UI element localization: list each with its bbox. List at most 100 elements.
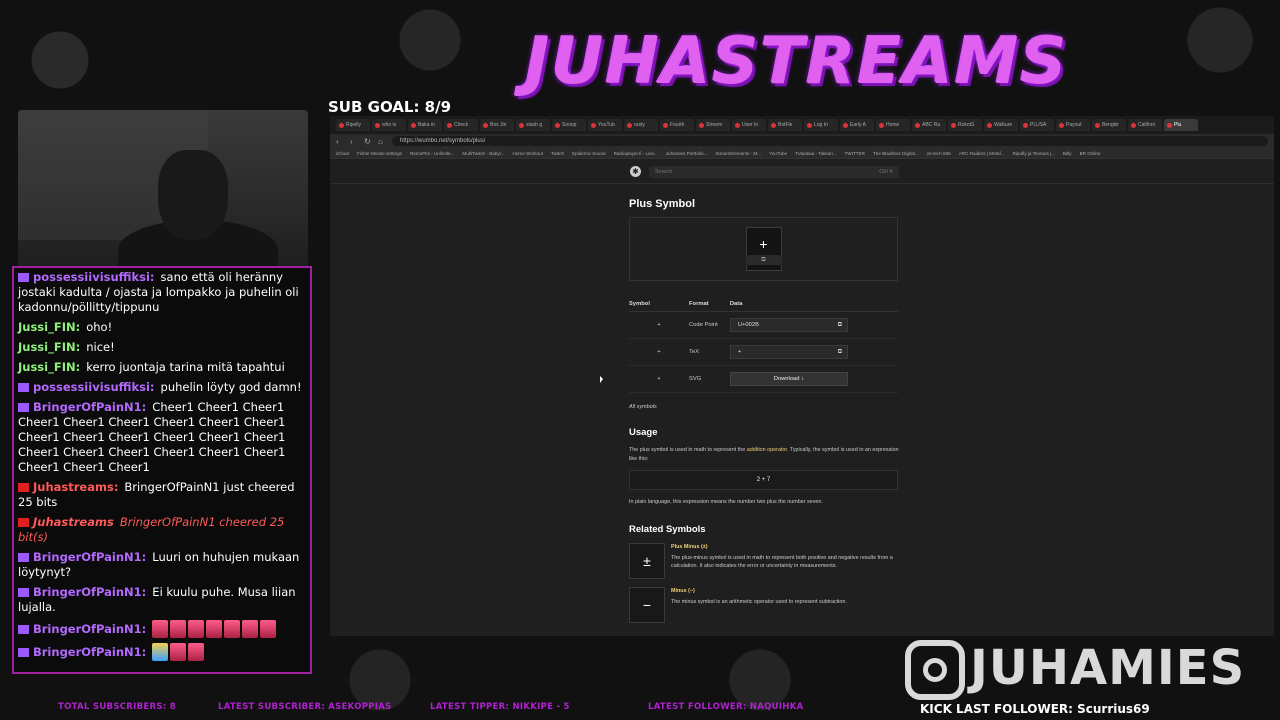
chat-username[interactable]: BringerOfPainN1:	[33, 645, 146, 659]
plus-glyph: +	[759, 236, 768, 252]
browser-tab[interactable]: stash g	[516, 119, 550, 131]
browser-tab[interactable]: Fourth	[660, 119, 694, 131]
subscriber-badge-icon	[18, 647, 29, 657]
related-title[interactable]: Plus Minus (±)	[671, 543, 899, 552]
bookmark-item[interactable]: iCloud	[336, 151, 349, 156]
browser-tab[interactable]: ABC Ra	[912, 119, 946, 131]
browser-tab[interactable]: who is	[372, 119, 406, 131]
emote-icon	[188, 643, 205, 661]
related-item-minus[interactable]: − Minus (−) The minus symbol is an arith…	[629, 587, 899, 623]
copy-icon[interactable]: ⧉	[745, 255, 782, 265]
chat-username[interactable]: BringerOfPainN1:	[33, 550, 146, 564]
related-title[interactable]: Minus (−)	[671, 587, 847, 596]
bookmark-item[interactable]: The Blackbox Digital...	[873, 151, 919, 156]
home-icon[interactable]: ⌂	[378, 137, 386, 146]
chat-message: BringerOfPainN1: Ei kuulu puhe. Musa liia…	[18, 585, 306, 615]
browser-tab[interactable]: Early A	[840, 119, 874, 131]
chat-username[interactable]: possessiivisuffiksi:	[33, 380, 155, 394]
browser-tab[interactable]: Californ	[1128, 119, 1162, 131]
bookmark-item[interactable]: YouTube	[769, 151, 787, 156]
browser-tab[interactable]: Walkure	[984, 119, 1018, 131]
browser-tab[interactable]: Streem	[696, 119, 730, 131]
chat-username[interactable]: BringerOfPainN1:	[33, 622, 146, 636]
all-symbols-link[interactable]: All symbols	[629, 404, 899, 410]
bookmark-item[interactable]: Twitch	[551, 151, 564, 156]
bookmark-item[interactable]: Fisher Mouse settings	[357, 151, 402, 156]
ticker-total-subscribers: TOTAL SUBSCRIBERS: 8	[58, 702, 176, 712]
tab-favicon-icon	[663, 122, 668, 128]
browser-tab[interactable]: PLUSA	[1020, 119, 1054, 131]
tab-label: Payout	[1066, 122, 1082, 128]
browser-tab[interactable]: User In	[732, 119, 766, 131]
browser-tab[interactable]: rusty	[624, 119, 658, 131]
tab-label: ABC Ra	[922, 122, 941, 128]
tab-label: Walkure	[994, 122, 1013, 128]
forward-icon[interactable]: ›	[350, 137, 358, 146]
bookmark-item[interactable]: Ripulfy ja Tentaus j...	[1013, 151, 1055, 156]
related-item-plus-minus[interactable]: ± Plus Minus (±) The plus-minus symbol i…	[629, 543, 899, 579]
tab-favicon-icon	[879, 122, 884, 128]
chat-username[interactable]: Jussi_FIN:	[18, 340, 80, 354]
tex-field[interactable]: + ⧉	[729, 345, 848, 359]
emote-icon	[152, 643, 169, 661]
subscriber-badge-icon	[18, 383, 29, 392]
search-shortcut: Ctrl K	[879, 168, 893, 175]
usage-text-a: The plus symbol is used in math to repre…	[629, 447, 747, 453]
bookmark-item[interactable]: Juhamies Portfolio...	[666, 151, 708, 156]
chat-username[interactable]: Jussi_FIN:	[18, 320, 80, 334]
search-placeholder: Search	[655, 168, 673, 175]
copy-icon[interactable]: ⧉	[838, 322, 842, 329]
svg-download-button[interactable]: Download ↓	[729, 372, 848, 386]
tab-favicon-icon	[1059, 122, 1064, 128]
bookmark-item[interactable]: StreamElements - M...	[715, 151, 761, 156]
site-logo-icon[interactable]: ✱	[630, 166, 641, 177]
bookmark-item[interactable]: Home Workout	[513, 151, 544, 156]
browser-tab[interactable]: Payout	[1056, 119, 1090, 131]
browser-tab[interactable]: RokotS	[948, 119, 982, 131]
copy-icon[interactable]: ⧉	[838, 349, 842, 356]
chat-username[interactable]: BringerOfPainN1:	[33, 400, 146, 414]
browser-tab[interactable]: Baka m	[408, 119, 442, 131]
browser-tab[interactable]: Ripelly	[336, 119, 370, 131]
browser-tab[interactable]: Sooop	[552, 119, 586, 131]
tab-favicon-icon	[1131, 122, 1136, 128]
code-point-field[interactable]: U+002B ⧉	[729, 318, 848, 332]
tab-favicon-icon	[987, 122, 992, 128]
webcam-feed	[18, 110, 308, 270]
addition-operator-link[interactable]: addition operator	[747, 447, 787, 453]
browser-tab[interactable]: Bengkir	[1092, 119, 1126, 131]
bookmark-item[interactable]: Epidemic Sound	[572, 151, 605, 156]
tab-label: YouTub	[598, 122, 615, 128]
browser-tab[interactable]: Home	[876, 119, 910, 131]
chat-username[interactable]: Juhastreams	[33, 515, 114, 529]
bookmark-item[interactable]: ARC Raiders | Metaf...	[959, 151, 1005, 156]
chat-username[interactable]: possessiivisuffiksi:	[33, 270, 155, 284]
tab-label: Californ	[1138, 122, 1156, 128]
tab-label: rusty	[634, 122, 645, 128]
chat-username[interactable]: Jussi_FIN:	[18, 360, 80, 374]
bookmark-item[interactable]: ze-tech 865	[927, 151, 951, 156]
bookmark-item[interactable]: BR Online	[1080, 151, 1101, 156]
url-input[interactable]: https://wumbo.net/symbols/plus/	[392, 136, 1268, 146]
chat-username[interactable]: Juhastreams:	[33, 480, 118, 494]
browser-tab[interactable]: YouTub	[588, 119, 622, 131]
bookmark-item[interactable]: TVaiataia - Takkari...	[795, 151, 836, 156]
bookmark-item[interactable]: Bitly	[1063, 151, 1072, 156]
back-icon[interactable]: ‹	[336, 137, 344, 146]
bookmark-item[interactable]: TWITTER	[845, 151, 865, 156]
emote-icon	[224, 620, 241, 638]
bookmark-item[interactable]: RemoPiIs - Unlimite...	[410, 151, 454, 156]
browser-tab[interactable]: Box Jin	[480, 119, 514, 131]
reload-icon[interactable]: ↻	[364, 137, 372, 146]
chat-username[interactable]: BringerOfPainN1:	[33, 585, 146, 599]
tab-label: User In	[742, 122, 759, 128]
tab-bar: Ripelly who is Baka m Check Box Jin stash g So…	[330, 116, 1274, 134]
browser-tab[interactable]: Check	[444, 119, 478, 131]
browser-tab[interactable]: Log In	[804, 119, 838, 131]
browser-tab[interactable]: BotFle	[768, 119, 802, 131]
table-row: + SVG Download ↓	[629, 365, 898, 393]
browser-tab[interactable]: Plu	[1164, 119, 1198, 131]
search-input[interactable]: Search Ctrl K	[649, 165, 899, 178]
bookmark-item[interactable]: Radioplayer.fi - Live...	[614, 151, 658, 156]
bookmark-item[interactable]: MultiTwitch - Babyl...	[462, 151, 504, 156]
